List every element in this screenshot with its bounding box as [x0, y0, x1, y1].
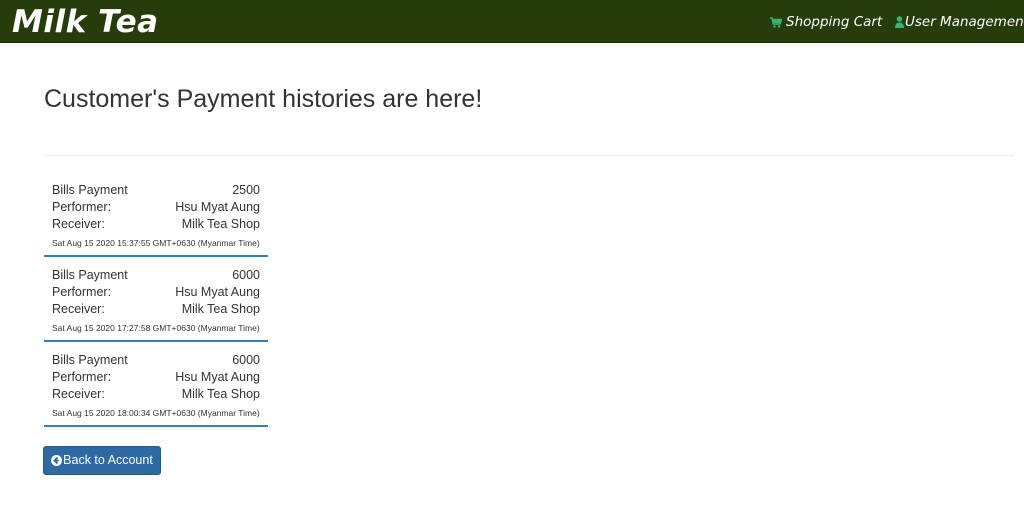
navbar: Milk Tea Shopping Cart User Management	[0, 0, 1024, 43]
page-title: Customer's Payment histories are here!	[44, 85, 483, 113]
payment-item: Bills Payment 6000 Performer: Hsu Myat Aun…	[44, 350, 268, 427]
user-icon	[895, 15, 904, 33]
performer-value: Hsu Myat Aung	[175, 200, 260, 214]
payment-item: Bills Payment 6000 Performer: Hsu Myat Aun…	[44, 265, 268, 342]
receiver-value: Milk Tea Shop	[181, 217, 260, 231]
receiver-value: Milk Tea Shop	[181, 302, 260, 316]
receiver-label: Receiver:	[52, 387, 105, 401]
brand-logo[interactable]: Milk Tea	[12, 2, 159, 42]
user-management-label: User Management	[905, 14, 1024, 30]
user-management-dropdown[interactable]: User Management	[895, 13, 1024, 33]
divider	[44, 155, 1014, 156]
receiver-label: Receiver:	[52, 302, 105, 316]
payment-amount: 2500	[232, 183, 260, 197]
payment-item: Bills Payment 2500 Performer: Hsu Myat Aun…	[44, 180, 268, 257]
performer-label: Performer:	[52, 285, 112, 299]
receiver-value: Milk Tea Shop	[181, 387, 260, 401]
performer-value: Hsu Myat Aung	[175, 285, 260, 299]
back-button-label: Back to Account	[63, 453, 153, 467]
back-to-account-button[interactable]: Back to Account	[43, 446, 161, 475]
payment-amount: 6000	[232, 353, 260, 367]
receiver-label: Receiver:	[52, 217, 105, 231]
shopping-cart-icon	[770, 15, 783, 33]
payment-list: Bills Payment 2500 Performer: Hsu Myat Aun…	[44, 180, 268, 435]
performer-value: Hsu Myat Aung	[175, 370, 260, 384]
performer-label: Performer:	[52, 200, 112, 214]
arrow-circle-left-icon	[51, 449, 63, 476]
shopping-cart-label: Shopping Cart	[786, 14, 883, 30]
payment-type: Bills Payment	[52, 353, 128, 367]
payment-type: Bills Payment	[52, 183, 128, 197]
payment-timestamp: Sat Aug 15 2020 15:37:55 GMT+0630 (Myanm…	[52, 238, 260, 248]
payment-type: Bills Payment	[52, 268, 128, 282]
performer-label: Performer:	[52, 370, 112, 384]
payment-timestamp: Sat Aug 15 2020 17:27:58 GMT+0630 (Myanm…	[52, 323, 260, 333]
payment-timestamp: Sat Aug 15 2020 18:00:34 GMT+0630 (Myanm…	[52, 408, 260, 418]
payment-amount: 6000	[232, 268, 260, 282]
shopping-cart-link[interactable]: Shopping Cart	[770, 13, 882, 33]
